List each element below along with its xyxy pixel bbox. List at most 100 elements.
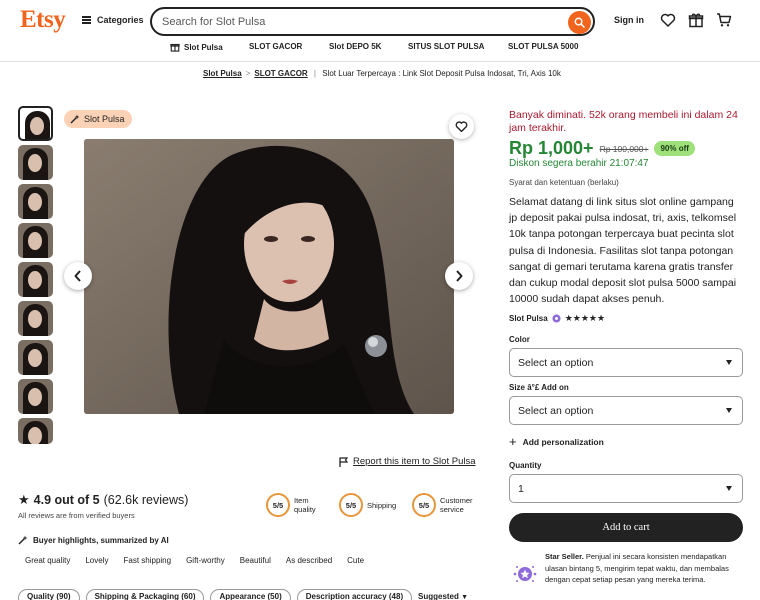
favorite-button[interactable]: [449, 114, 474, 139]
review-filters: Quality (90) Shipping & Packaging (60) A…: [18, 589, 413, 600]
size-select-value: Select an option: [518, 404, 594, 417]
color-select-value: Select an option: [518, 356, 594, 369]
add-to-cart-button[interactable]: Add to cart: [509, 513, 743, 542]
rating-text: 4.9 out of 5: [33, 493, 100, 507]
add-personalization-button[interactable]: + Add personalization: [509, 435, 604, 448]
highlight-tag: Lovely: [85, 556, 109, 565]
terms-link[interactable]: Syarat dan ketentuan (berlaku): [509, 178, 619, 187]
subnav-label: SLOT PULSA 5000: [508, 42, 579, 51]
heart-icon[interactable]: [660, 12, 676, 28]
review-filter-pill[interactable]: Shipping & Packaging (60): [85, 589, 205, 600]
review-filter-pill[interactable]: Description accuracy (48): [296, 589, 413, 600]
caret-down-icon: [726, 408, 732, 413]
product-photo: [84, 139, 454, 414]
highlight-tag: Beautiful: [239, 556, 271, 565]
sort-label: Suggested: [418, 592, 459, 600]
chevron-left-icon: [74, 270, 81, 282]
highlight-tag: Cute: [347, 556, 365, 565]
thumbnail[interactable]: [18, 340, 53, 375]
breadcrumb: Slot Pulsa > SLOT GACOR | Slot Luar Terp…: [203, 69, 561, 78]
thumbnail[interactable]: [18, 223, 53, 258]
subnav-item-situs-slot[interactable]: SITUS SLOT PULSA: [408, 42, 484, 51]
search-icon: [574, 17, 585, 28]
star-seller-text: Star Seller. Penjual ini secara konsiste…: [545, 551, 745, 586]
subnav-label: SITUS SLOT PULSA: [408, 42, 485, 51]
shop-stars: ★★★★★: [564, 313, 606, 323]
quantity-select-value: 1: [518, 482, 524, 495]
star-seller-icon: [513, 566, 537, 582]
color-select[interactable]: Select an option: [509, 348, 743, 377]
subnav-label: Slot Pulsa: [184, 42, 223, 52]
site-header: Etsy Categories Sign in Slot Pulsa SLOT …: [0, 0, 760, 62]
breadcrumb-separator: |: [311, 69, 319, 78]
quantity-select[interactable]: 1: [509, 474, 743, 503]
price-row: Rp 1,000+ Rp 100,000+ 90% off: [509, 138, 695, 159]
buyer-highlights-title: Buyer highlights, summarized by AI: [18, 535, 169, 545]
metric-label: Customer service: [440, 496, 473, 514]
sort-dropdown[interactable]: Suggested ▼: [418, 592, 468, 600]
cart-icon[interactable]: [716, 12, 732, 28]
gift-icon[interactable]: [688, 12, 704, 28]
review-filter-pill[interactable]: Appearance (50): [210, 589, 291, 600]
breadcrumb-link[interactable]: SLOT GACOR: [254, 69, 307, 78]
etsy-logo[interactable]: Etsy: [20, 6, 66, 34]
caret-down-icon: [726, 486, 732, 491]
categories-button[interactable]: Categories: [82, 15, 144, 25]
report-item-link[interactable]: Report this item to Slot Pulsa: [339, 456, 476, 467]
metric-score: 5/5: [412, 493, 436, 517]
next-image-button[interactable]: [445, 262, 473, 290]
previous-image-button[interactable]: [64, 262, 92, 290]
star-seller-badge-icon: [552, 314, 561, 323]
thumbnail[interactable]: [18, 145, 53, 180]
sign-in-link[interactable]: Sign in: [614, 15, 644, 25]
subnav-item-slot-gacor[interactable]: SLOT GACOR: [249, 42, 302, 51]
breadcrumb-link[interactable]: Slot Pulsa: [203, 69, 242, 78]
search-input[interactable]: [162, 15, 542, 28]
thumbnail[interactable]: [18, 106, 53, 141]
shop-badge: Slot Pulsa: [64, 110, 132, 128]
gift-icon: [170, 43, 180, 52]
highlight-tag: Fast shipping: [123, 556, 172, 565]
sparkle-icon: [70, 114, 80, 124]
subnav-item-slot-pulsa-5000[interactable]: SLOT PULSA 5000: [508, 42, 578, 51]
current-price: Rp 1,000+: [509, 138, 594, 158]
metric-customer-service: 5/5 Customer service: [412, 493, 480, 517]
personalization-label: Add personalization: [522, 437, 604, 447]
thumbnail[interactable]: [18, 418, 53, 444]
thumbnail[interactable]: [18, 301, 53, 336]
subnav-label: Slot DEPO 5K: [329, 42, 382, 51]
metric-label: Shipping: [367, 500, 397, 510]
subnav-item-slot-depo[interactable]: Slot DEPO 5K: [329, 42, 381, 51]
sale-countdown: Diskon segera berahir 21:07:47: [509, 158, 649, 169]
report-label: Report this item to Slot Pulsa: [353, 456, 476, 467]
shop-info: Slot Pulsa ★★★★★: [509, 313, 605, 324]
demand-notice: Banyak diminati. 52k orang membeli ini d…: [509, 109, 738, 134]
review-count[interactable]: (62.6k reviews): [104, 493, 189, 507]
thumbnail[interactable]: [18, 262, 53, 297]
verified-note: All reviews are from verified buyers: [18, 511, 135, 520]
quantity-label: Quantity: [509, 461, 542, 470]
review-filter-pill[interactable]: Quality (90): [18, 589, 80, 600]
shop-name[interactable]: Slot Pulsa: [509, 314, 548, 323]
overall-rating: ★ 4.9 out of 5 (62.6k reviews): [18, 492, 188, 508]
star-seller-title: Star Seller.: [545, 552, 584, 561]
metric-label: Item quality: [294, 496, 316, 514]
search-button[interactable]: [568, 11, 591, 34]
metric-score: 5/5: [266, 493, 290, 517]
heart-icon: [455, 121, 468, 133]
subnav-item-slot-pulsa[interactable]: Slot Pulsa: [170, 42, 223, 52]
discount-badge: 90% off: [654, 141, 695, 156]
highlight-tag: Great quality: [25, 556, 71, 565]
chevron-right-icon: [456, 270, 463, 282]
sparkle-icon: [18, 535, 28, 545]
highlight-tag: As described: [285, 556, 333, 565]
caret-down-icon: [726, 360, 732, 365]
size-select[interactable]: Select an option: [509, 396, 743, 425]
highlight-tags: Great quality Lovely Fast shipping Gift-…: [25, 556, 379, 565]
thumbnail[interactable]: [18, 379, 53, 414]
product-description: Selamat datang di link situs slot online…: [509, 196, 737, 306]
product-image[interactable]: [84, 139, 454, 414]
breadcrumb-current: Slot Luar Terpercaya : Link Slot Deposit…: [322, 69, 561, 78]
thumbnail[interactable]: [18, 184, 53, 219]
sub-navigation: Slot Pulsa SLOT GACOR Slot DEPO 5K SITUS…: [0, 42, 760, 56]
